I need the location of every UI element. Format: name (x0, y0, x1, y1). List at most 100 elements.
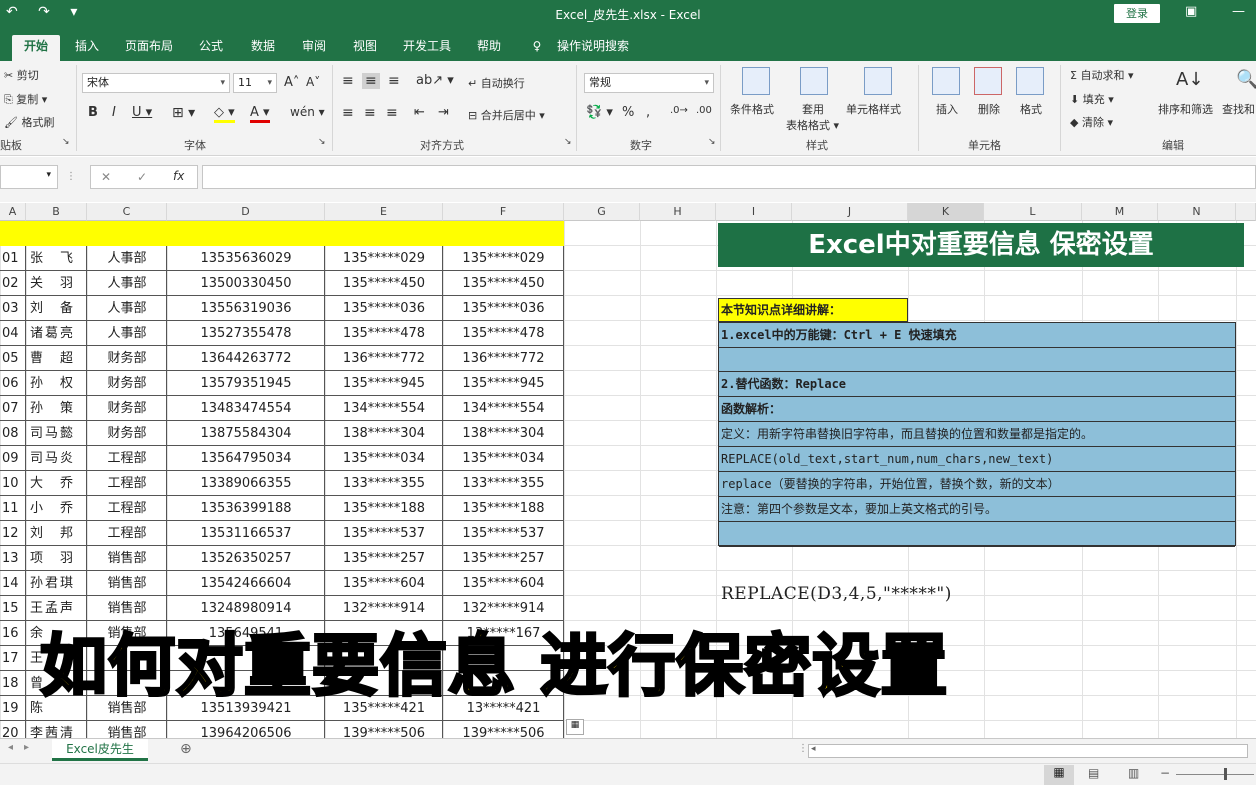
table-cell[interactable]: 张 飞 (28, 246, 85, 271)
table-cell[interactable]: 司马懿 (28, 421, 85, 446)
font-color-icon[interactable]: A ▾ (250, 105, 270, 123)
table-cell[interactable]: 135*****036 (445, 296, 562, 321)
decrease-indent-icon[interactable]: ⇤ (414, 105, 425, 120)
table-cell[interactable]: 13542466604 (169, 571, 323, 596)
table-cell[interactable]: 134*****554 (445, 396, 562, 421)
table-cell[interactable]: 销售部 (89, 721, 165, 738)
table-cell[interactable]: 136*****772 (327, 346, 441, 371)
percent-icon[interactable]: % (622, 105, 634, 120)
table-cell[interactable]: 财务部 (89, 421, 165, 446)
column-header-h[interactable]: H (640, 203, 716, 221)
table-cell[interactable]: 135*****188 (327, 496, 441, 521)
table-cell[interactable]: 13527355478 (169, 321, 323, 346)
insert-cells-icon[interactable] (932, 67, 960, 95)
paste-options-icon[interactable]: ▦ (566, 719, 584, 735)
table-cell[interactable]: 08 (2, 421, 24, 446)
table-cell[interactable]: 孙 权 (28, 371, 85, 396)
underline-icon[interactable]: U ▾ (132, 105, 152, 120)
column-header-c[interactable]: C (87, 203, 167, 221)
cell-styles-icon[interactable] (864, 67, 892, 95)
table-cell[interactable]: 大 乔 (28, 471, 85, 496)
table-cell[interactable]: 134*****554 (327, 396, 441, 421)
format-cells-button[interactable]: 格式 (1020, 101, 1042, 117)
table-cell[interactable]: 135*****257 (445, 546, 562, 571)
column-header-e[interactable]: E (325, 203, 443, 221)
table-cell[interactable]: 04 (2, 321, 24, 346)
table-cell[interactable]: 项 羽 (28, 546, 85, 571)
table-cell[interactable]: 人事部 (89, 271, 165, 296)
bold-icon[interactable]: B (88, 105, 98, 120)
column-header-extra[interactable] (1236, 203, 1256, 221)
delete-cells-icon[interactable] (974, 67, 1002, 95)
table-cell[interactable]: 17 (2, 646, 24, 671)
cut-button[interactable]: ✂ 剪切 (4, 67, 39, 83)
table-cell[interactable]: 20 (2, 721, 24, 738)
clear-button[interactable]: ◆ 清除 ▾ (1070, 114, 1113, 130)
table-cell[interactable]: 138*****304 (445, 421, 562, 446)
table-cell[interactable]: 13 (2, 546, 24, 571)
font-name-combo[interactable]: 宋体 ▾ (82, 73, 230, 93)
table-cell[interactable]: 135*****537 (445, 521, 562, 546)
format-as-table-label[interactable]: 表格格式 ▾ (786, 117, 839, 133)
decrease-decimal-icon[interactable]: .00 (696, 105, 712, 116)
table-cell[interactable]: 01 (2, 246, 24, 271)
table-cell[interactable]: 05 (2, 346, 24, 371)
table-cell[interactable]: 13500330450 (169, 271, 323, 296)
accounting-format-icon[interactable]: 💱 ▾ (586, 105, 613, 120)
table-cell[interactable]: 02 (2, 271, 24, 296)
table-cell[interactable]: 工程部 (89, 446, 165, 471)
insert-cells-button[interactable]: 插入 (936, 101, 958, 117)
table-cell[interactable]: 工程部 (89, 521, 165, 546)
number-launcher-icon[interactable]: ↘ (708, 137, 716, 147)
page-break-view-icon[interactable]: ▥ (1128, 766, 1139, 780)
wrap-text-button[interactable]: ↵ 自动换行 (468, 75, 525, 91)
table-cell[interactable]: 12 (2, 521, 24, 546)
enter-icon[interactable]: ✓ (137, 170, 147, 184)
sheet-nav-left-icon[interactable]: ◂ (8, 742, 13, 753)
align-top-icon[interactable]: ≡ (342, 73, 354, 89)
autosum-button[interactable]: Σ 自动求和 ▾ (1070, 67, 1133, 83)
table-cell[interactable]: 人事部 (89, 296, 165, 321)
formula-input[interactable] (202, 165, 1256, 189)
tab-formulas[interactable]: 公式 (190, 35, 232, 61)
sort-filter-button[interactable]: 排序和筛选 (1158, 101, 1213, 117)
number-format-combo[interactable]: 常规 ▾ (584, 73, 714, 93)
column-header-n[interactable]: N (1158, 203, 1236, 221)
insert-function-icon[interactable]: fx (173, 169, 184, 183)
table-cell[interactable]: 135*****029 (445, 246, 562, 271)
table-cell[interactable]: 06 (2, 371, 24, 396)
table-cell[interactable]: 司马炎 (28, 446, 85, 471)
table-cell[interactable]: 工程部 (89, 471, 165, 496)
tab-insert[interactable]: 插入 (66, 35, 108, 61)
delete-cells-button[interactable]: 删除 (978, 101, 1000, 117)
sheet-tab-excel-pixiansheng[interactable]: Excel皮先生 (52, 739, 148, 761)
column-header-l[interactable]: L (984, 203, 1082, 221)
tell-me-search[interactable]: 操作说明搜索 (552, 35, 634, 61)
borders-icon[interactable]: ⊞ ▾ (172, 105, 195, 121)
column-header-d[interactable]: D (167, 203, 325, 221)
scroll-left-icon[interactable]: ◂ (811, 744, 816, 754)
table-cell[interactable]: 孙 策 (28, 396, 85, 421)
table-cell[interactable]: 135*****478 (445, 321, 562, 346)
name-box[interactable]: ▾ (0, 165, 58, 189)
table-cell[interactable]: 13526350257 (169, 546, 323, 571)
shrink-font-icon[interactable]: A˅ (306, 75, 320, 89)
table-cell[interactable]: 16 (2, 621, 24, 646)
font-launcher-icon[interactable]: ↘ (318, 137, 326, 147)
orientation-icon[interactable]: ab↗ ▾ (416, 73, 454, 88)
table-cell[interactable]: 小 乔 (28, 496, 85, 521)
tab-page-layout[interactable]: 页面布局 (118, 35, 180, 61)
table-cell[interactable]: 刘 备 (28, 296, 85, 321)
format-as-table-button[interactable]: 套用 (802, 101, 824, 117)
table-cell[interactable]: 135*****257 (327, 546, 441, 571)
page-layout-view-icon[interactable]: ▤ (1088, 766, 1099, 780)
format-painter-button[interactable]: 🖌 格式刷 (4, 114, 54, 130)
table-cell[interactable]: 136*****772 (445, 346, 562, 371)
clipboard-launcher-icon[interactable]: ↘ (62, 137, 70, 147)
table-cell[interactable]: 135*****029 (327, 246, 441, 271)
grow-font-icon[interactable]: A˄ (284, 75, 299, 90)
table-cell[interactable]: 135*****034 (445, 446, 562, 471)
column-header-a[interactable]: A (0, 203, 26, 221)
table-cell[interactable]: 13875584304 (169, 421, 323, 446)
tab-home[interactable]: 开始 (12, 35, 60, 61)
